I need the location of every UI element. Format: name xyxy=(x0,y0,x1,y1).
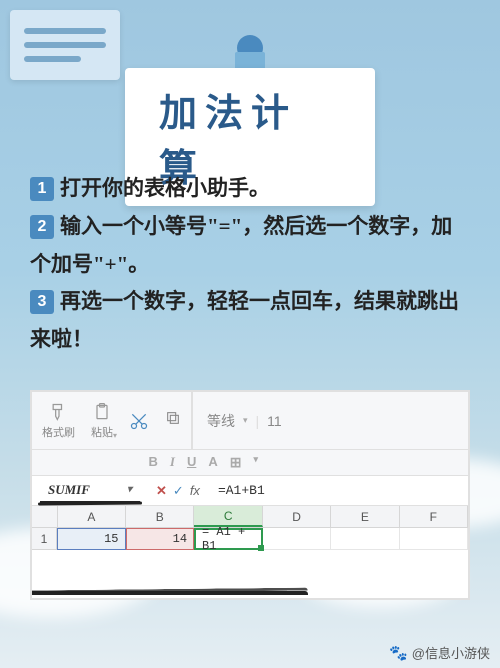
spreadsheet-grid[interactable]: A B C D E F 1 15 14 = A1 + B1 xyxy=(32,506,468,550)
font-size-label: 11 xyxy=(267,413,282,429)
sticky-note-decor xyxy=(10,10,120,80)
toolbar-ribbon: 格式刷 粘贴 ▾ 等线 ▾ | xyxy=(32,392,468,450)
step-item: 1打开你的表格小助手。 xyxy=(30,170,470,208)
fx-label[interactable]: fx xyxy=(190,483,200,498)
step-item: 3再选一个数字，轻轻一点回车，结果就跳出来啦！ xyxy=(30,283,470,359)
paste-label: 粘贴 xyxy=(91,424,113,440)
author-watermark: 🐾 @信息小游侠 xyxy=(389,643,490,662)
scissors-icon xyxy=(129,411,149,431)
cell-b1[interactable]: 14 xyxy=(126,528,195,550)
author-handle: @信息小游侠 xyxy=(412,643,490,662)
format-painter-label: 格式刷 xyxy=(42,424,75,440)
column-header[interactable]: C xyxy=(194,506,262,527)
chevron-down-icon: ▾ xyxy=(253,454,258,471)
grid-row: 1 15 14 = A1 + B1 xyxy=(32,528,468,550)
paste-button[interactable]: 粘贴 ▾ xyxy=(91,402,113,440)
cell-a1[interactable]: 15 xyxy=(57,528,126,550)
brush-icon xyxy=(49,402,69,422)
step-text: 打开你的表格小助手。 xyxy=(60,176,270,200)
column-header[interactable]: B xyxy=(126,506,194,527)
chevron-down-icon: ▾ xyxy=(113,431,117,440)
bold-button[interactable]: B xyxy=(149,454,158,471)
font-color-button[interactable]: A xyxy=(208,454,217,471)
step-text: 再选一个数字，轻轻一点回车，结果就跳出来啦！ xyxy=(30,289,459,351)
copy-button[interactable] xyxy=(165,410,181,431)
select-all-corner[interactable] xyxy=(32,506,58,527)
border-button[interactable]: ⊞ xyxy=(230,454,242,471)
cell-empty[interactable] xyxy=(263,528,331,550)
step-number-badge: 3 xyxy=(30,290,54,314)
chevron-down-icon: ▾ xyxy=(243,415,248,426)
cell-empty[interactable] xyxy=(331,528,399,550)
enter-formula-button[interactable]: ✓ xyxy=(173,483,184,499)
column-header[interactable]: A xyxy=(58,506,126,527)
cell-empty[interactable] xyxy=(400,528,468,550)
highlight-scribble xyxy=(30,588,308,600)
row-header[interactable]: 1 xyxy=(32,528,57,550)
cut-button[interactable] xyxy=(129,411,149,431)
font-name-label: 等线 xyxy=(207,411,235,431)
step-number-badge: 1 xyxy=(30,177,54,201)
cancel-formula-button[interactable]: ✕ xyxy=(156,483,167,499)
instruction-list: 1打开你的表格小助手。 2输入一个小等号"="，然后选一个数字，加个加号"+"。… xyxy=(30,170,470,359)
spreadsheet-screenshot: 格式刷 粘贴 ▾ 等线 ▾ | xyxy=(30,390,470,600)
formula-bar: SUMIF ▾ ✕ ✓ fx =A1+B1 xyxy=(32,476,468,506)
highlight-scribble xyxy=(30,591,308,600)
name-box[interactable]: SUMIF ▾ xyxy=(40,479,140,503)
clipboard-icon xyxy=(92,402,112,422)
column-header[interactable]: F xyxy=(400,506,468,527)
cell-c1-active[interactable]: = A1 + B1 xyxy=(194,528,263,550)
step-text: 输入一个小等号"="，然后选一个数字，加个加号"+"。 xyxy=(30,214,452,276)
paw-icon: 🐾 xyxy=(389,644,408,662)
chevron-down-icon: ▾ xyxy=(127,484,132,495)
copy-icon xyxy=(165,410,181,426)
name-box-value: SUMIF xyxy=(48,482,90,498)
formula-input[interactable]: =A1+B1 xyxy=(218,483,265,498)
step-item: 2输入一个小等号"="，然后选一个数字，加个加号"+"。 xyxy=(30,208,470,284)
tutorial-card: 加法计算 1打开你的表格小助手。 2输入一个小等号"="，然后选一个数字，加个加… xyxy=(0,0,500,668)
format-painter-button[interactable]: 格式刷 xyxy=(42,402,75,440)
italic-button[interactable]: I xyxy=(170,454,175,471)
font-selector[interactable]: 等线 ▾ | 11 xyxy=(207,411,282,431)
column-header[interactable]: D xyxy=(263,506,331,527)
step-number-badge: 2 xyxy=(30,215,54,239)
underline-button[interactable]: U xyxy=(187,454,196,471)
column-header[interactable]: E xyxy=(331,506,399,527)
font-format-group: B I U A ⊞ ▾ xyxy=(149,454,259,471)
